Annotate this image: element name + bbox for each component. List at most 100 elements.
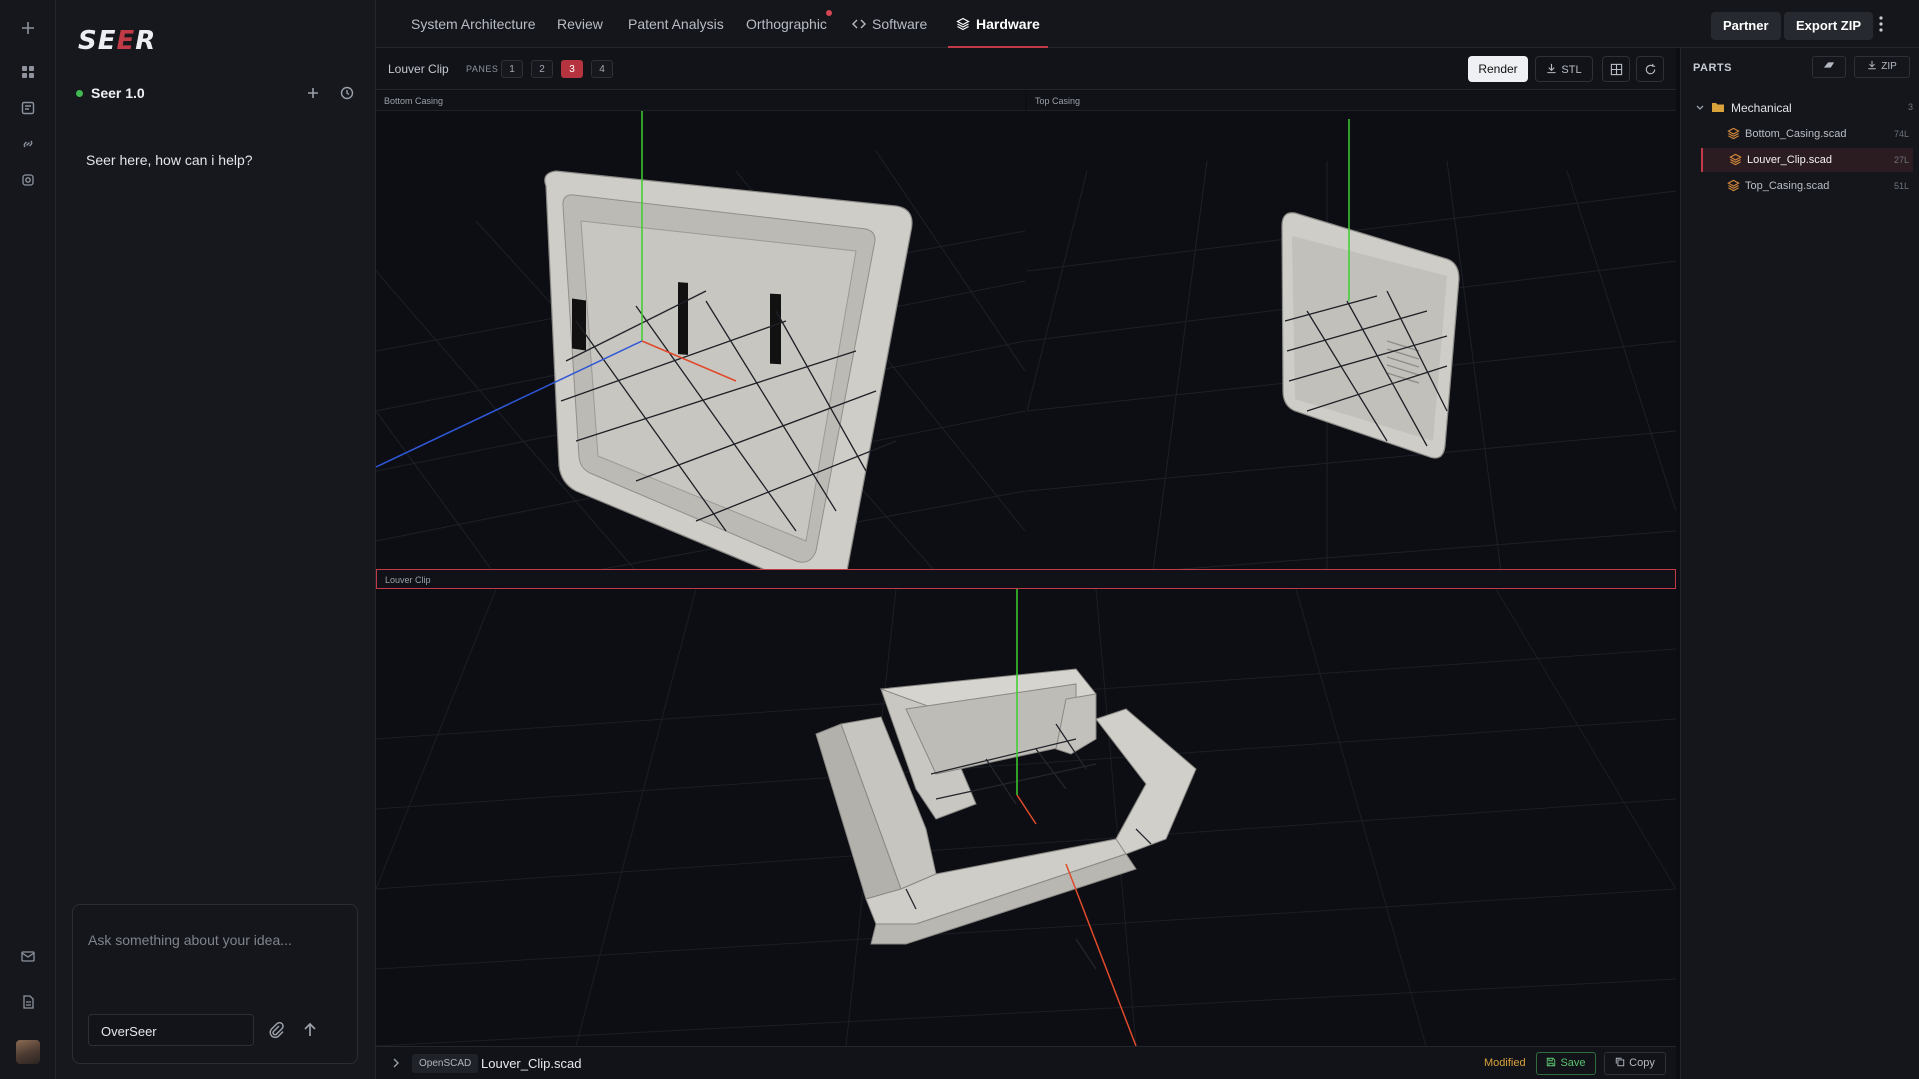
chevron-down-icon [1696, 105, 1704, 110]
save-label: Save [1560, 1057, 1586, 1069]
viewer-toolbar: Louver Clip PANES 1 2 3 4 Render STL [376, 48, 1676, 90]
grid-toggle-button[interactable] [1602, 56, 1630, 82]
layers-icon [1729, 153, 1742, 166]
pane-title: Louver Clip [376, 569, 1676, 589]
download-zip-button[interactable]: ZIP [1854, 56, 1910, 78]
settings-gear-icon[interactable] [16, 168, 40, 192]
tab-system-architecture[interactable]: System Architecture [411, 0, 536, 48]
send-arrow-icon[interactable] [300, 1020, 320, 1040]
save-button[interactable]: Save [1536, 1052, 1596, 1075]
partner-button[interactable]: Partner [1711, 12, 1781, 40]
chat-input[interactable]: Ask something about your idea... [88, 932, 292, 948]
mail-icon[interactable] [16, 944, 40, 968]
stl-label: STL [1561, 64, 1582, 76]
chat-panel: SEER Seer 1.0 Seer here, how can i help?… [56, 0, 376, 1079]
tab-hardware-label: Hardware [976, 16, 1040, 32]
parts-panel: PARTS ZIP Mechanical 3 Bottom_Casing.sca… [1680, 48, 1919, 1079]
pane-count-3-button[interactable]: 3 [561, 60, 583, 78]
shape-icon [1823, 62, 1835, 68]
more-options-icon[interactable] [1873, 14, 1889, 34]
render-button[interactable]: Render [1468, 56, 1528, 82]
file-name: Top_Casing.scad [1745, 180, 1830, 192]
online-status-dot [76, 89, 83, 97]
tab-software[interactable]: Software [852, 0, 927, 48]
tab-software-label: Software [872, 16, 928, 32]
expand-chevron-icon[interactable] [390, 1057, 402, 1069]
app-root: SEER Seer 1.0 Seer here, how can i help?… [0, 0, 1919, 1079]
assistant-greeting: Seer here, how can i help? [86, 152, 253, 168]
reset-view-button[interactable] [1636, 56, 1664, 82]
language-badge: OpenSCAD [412, 1054, 479, 1073]
editor-statusbar: OpenSCAD Louver_Clip.scad Modified Save … [376, 1046, 1676, 1079]
parts-title: PARTS [1693, 62, 1732, 74]
export-zip-button[interactable]: Export ZIP [1784, 12, 1874, 40]
code-icon [852, 19, 866, 29]
active-part-title: Louver Clip [388, 62, 449, 76]
top-navigation: System Architecture Review Patent Analys… [376, 0, 1919, 48]
orthographic-notification-dot [826, 10, 832, 16]
download-icon [1868, 60, 1876, 70]
link-icon[interactable] [16, 132, 40, 156]
louver-clip-3d-view[interactable] [376, 589, 1676, 1046]
dashboard-grid-icon[interactable] [16, 60, 40, 84]
panes-label: PANES [466, 64, 499, 74]
copy-button[interactable]: Copy [1604, 1052, 1666, 1075]
folder-icon [1712, 103, 1724, 112]
tab-review[interactable]: Review [557, 0, 603, 48]
pane-title: Bottom Casing [376, 91, 1025, 111]
tab-patent-analysis[interactable]: Patent Analysis [628, 0, 724, 48]
download-stl-button[interactable]: STL [1535, 56, 1593, 82]
part-file-bottom-casing[interactable]: Bottom_Casing.scad 74L [1701, 122, 1913, 146]
save-icon [1547, 1057, 1556, 1067]
zip-label: ZIP [1881, 61, 1897, 72]
file-line-count: 27L [1893, 155, 1909, 165]
pane-count-1-button[interactable]: 1 [501, 60, 523, 78]
tab-hardware[interactable]: Hardware [948, 0, 1048, 48]
louver-clip-model [815, 668, 1197, 945]
pane-count-2-button[interactable]: 2 [531, 60, 553, 78]
file-name: Bottom_Casing.scad [1745, 128, 1847, 140]
part-file-top-casing[interactable]: Top_Casing.scad 51L [1701, 174, 1913, 198]
file-line-count: 51L [1893, 181, 1909, 191]
refresh-icon [1645, 63, 1655, 74]
model-name[interactable]: Seer 1.0 [91, 85, 145, 101]
notes-icon[interactable] [16, 96, 40, 120]
top-casing-3d-view[interactable] [1027, 111, 1676, 617]
tab-orthographic[interactable]: Orthographic [746, 0, 827, 48]
modified-indicator: Modified [1484, 1057, 1526, 1069]
icon-rail [0, 0, 56, 1079]
document-icon[interactable] [16, 990, 40, 1014]
folder-count: 3 [1907, 102, 1913, 112]
app-logo: SEER [78, 26, 157, 56]
pane-bottom-casing[interactable]: Bottom Casing [376, 91, 1025, 617]
layers-icon [956, 17, 970, 31]
bottom-casing-3d-view[interactable] [376, 111, 1025, 617]
layers-icon [1727, 179, 1740, 192]
top-casing-model [1281, 212, 1460, 459]
pane-top-casing[interactable]: Top Casing [1027, 91, 1676, 617]
model-header: Seer 1.0 [76, 82, 355, 104]
copy-label: Copy [1629, 1057, 1655, 1069]
grid-icon [1610, 63, 1622, 75]
part-file-louver-clip[interactable]: Louver_Clip.scad 27L [1701, 148, 1913, 172]
history-clock-icon[interactable] [339, 85, 355, 101]
pane-louver-clip[interactable]: Louver Clip [376, 569, 1676, 1046]
copy-icon [1615, 1057, 1625, 1067]
new-plus-icon[interactable] [16, 16, 40, 40]
open-file-name: Louver_Clip.scad [481, 1056, 582, 1071]
attach-paperclip-icon[interactable] [266, 1020, 286, 1040]
x-axis [1016, 794, 1037, 825]
folder-name: Mechanical [1731, 101, 1792, 115]
hardware-viewer: Louver Clip PANES 1 2 3 4 Render STL Bot… [376, 48, 1676, 1079]
pane-count-4-button[interactable]: 4 [591, 60, 613, 78]
pane-title: Top Casing [1027, 91, 1676, 111]
new-chat-plus-icon[interactable] [305, 85, 321, 101]
folder-mechanical[interactable]: Mechanical 3 [1693, 98, 1913, 118]
x-axis-extension [1065, 863, 1137, 1046]
download-icon [1547, 63, 1557, 74]
file-line-count: 74L [1893, 129, 1909, 139]
file-name: Louver_Clip.scad [1747, 154, 1832, 166]
parts-tool-button[interactable] [1812, 56, 1846, 78]
mode-selector[interactable]: OverSeer [88, 1014, 254, 1046]
user-avatar[interactable] [16, 1040, 40, 1064]
